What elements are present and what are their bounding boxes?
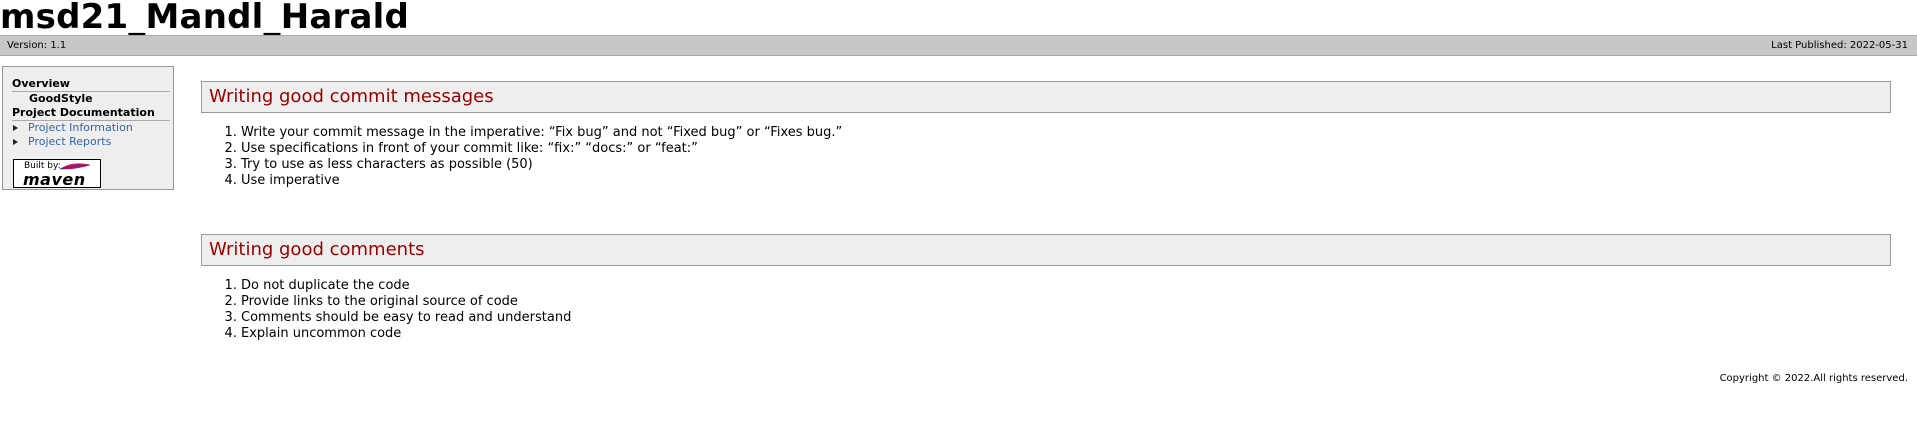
built-by-maven-badge[interactable]: Built by: maven: [13, 159, 101, 189]
collapsed-arrow-icon: [13, 139, 18, 145]
nav-item-project-reports[interactable]: Project Reports: [12, 135, 173, 149]
list-item: Write your commit message in the imperat…: [241, 125, 1891, 141]
collapsed-arrow-icon: [13, 125, 18, 131]
list-item: Do not duplicate the code: [241, 278, 1891, 294]
section-heading: Writing good comments: [201, 234, 1891, 266]
maven-logo-text: maven: [23, 170, 86, 189]
nav-list-project-documentation: Project Information Project Reports: [12, 121, 173, 149]
version-label: Version: 1.1: [7, 40, 67, 51]
list-item: Explain uncommon code: [241, 326, 1891, 342]
section-commit-messages: Writing good commit messages Write your …: [201, 81, 1891, 189]
nav-item-project-information[interactable]: Project Information: [12, 121, 173, 135]
nav-heading-project-documentation: Project Documentation: [12, 106, 170, 121]
list-item: Try to use as less characters as possibl…: [241, 157, 1891, 173]
commit-message-tips-list: Write your commit message in the imperat…: [201, 125, 1891, 189]
section-comments: Writing good comments Do not duplicate t…: [201, 234, 1891, 342]
nav-list-overview: GoodStyle: [12, 92, 173, 106]
list-item: Use specifications in front of your comm…: [241, 141, 1891, 157]
section-heading: Writing good commit messages: [201, 81, 1891, 113]
copyright-text: Copyright © 2022.All rights reserved.: [1719, 373, 1908, 384]
project-information-link[interactable]: Project Information: [28, 121, 133, 134]
site-title: msd21_Mandl_Harald: [0, 0, 409, 37]
nav-item-goodstyle[interactable]: GoodStyle: [12, 92, 173, 106]
nav-heading-overview: Overview: [12, 77, 170, 92]
list-item: Provide links to the original source of …: [241, 294, 1891, 310]
list-item: Use imperative: [241, 173, 1891, 189]
banner: msd21_Mandl_Harald: [0, 0, 409, 34]
footer: Copyright © 2022.All rights reserved.: [1720, 372, 1908, 386]
project-reports-link[interactable]: Project Reports: [28, 135, 111, 148]
breadcrumb-bar: Version: 1.1 Last Published: 2022-05-31: [0, 35, 1917, 56]
nav-column: Overview GoodStyle Project Documentation…: [3, 67, 173, 189]
list-item: Comments should be easy to read and unde…: [241, 310, 1891, 326]
left-sidebar: Overview GoodStyle Project Documentation…: [2, 66, 174, 190]
comment-tips-list: Do not duplicate the code Provide links …: [201, 278, 1891, 342]
last-published-label: Last Published: 2022-05-31: [1771, 40, 1908, 51]
